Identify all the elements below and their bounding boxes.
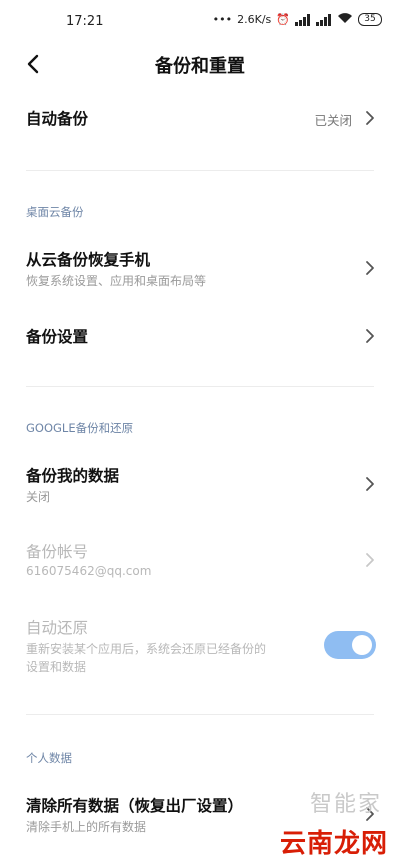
- backup-my-data-title: 备份我的数据: [26, 467, 120, 485]
- chevron-right-icon: [366, 553, 374, 567]
- chevron-right-icon: [366, 329, 374, 343]
- backup-my-data-row[interactable]: 备份我的数据 关闭: [0, 456, 400, 512]
- battery-icon: 35: [358, 13, 382, 26]
- divider: [26, 170, 374, 171]
- network-speed: 2.6K/s: [237, 13, 272, 26]
- status-indicators: ••• 2.6K/s ⏰ 35: [213, 12, 382, 27]
- alarm-icon: ⏰: [276, 13, 290, 26]
- dots-icon: •••: [212, 13, 233, 26]
- status-bar: 17:21 ••• 2.6K/s ⏰ 35: [0, 0, 400, 44]
- watermark-site: 云南龙网: [279, 829, 388, 859]
- auto-backup-value: 已关闭: [314, 113, 352, 128]
- auto-restore-toggle[interactable]: [324, 631, 376, 659]
- cloud-restore-subtitle: 恢复系统设置、应用和桌面布局等: [26, 274, 207, 288]
- chevron-right-icon: [366, 111, 374, 125]
- toggle-knob: [352, 635, 372, 655]
- section-label-cloud: 桌面云备份: [26, 205, 84, 219]
- section-label-personal: 个人数据: [26, 751, 72, 765]
- divider: [26, 386, 374, 387]
- backup-my-data-subtitle: 关闭: [26, 490, 51, 504]
- status-time: 17:21: [66, 14, 104, 29]
- backup-account-subtitle: 616075462@qq.com: [26, 564, 152, 578]
- watermark-brand: 智能家: [309, 792, 382, 817]
- factory-reset-subtitle: 清除手机上的所有数据: [26, 820, 147, 834]
- auto-backup-title: 自动备份: [26, 110, 89, 128]
- chevron-right-icon: [366, 261, 374, 275]
- page-title: 备份和重置: [155, 56, 245, 77]
- signal-hd-icon: [316, 13, 332, 26]
- backup-settings-row[interactable]: 备份设置: [0, 314, 400, 358]
- backup-settings-title: 备份设置: [26, 328, 89, 346]
- backup-account-title: 备份帐号: [26, 543, 89, 561]
- auto-restore-subtitle-line1: 重新安装某个应用后，系统会还原已经备份的: [26, 642, 267, 656]
- chevron-right-icon: [366, 477, 374, 491]
- wifi-icon: [337, 12, 353, 27]
- cloud-restore-row[interactable]: 从云备份恢复手机 恢复系统设置、应用和桌面布局等: [0, 240, 400, 296]
- factory-reset-title: 清除所有数据（恢复出厂设置）: [26, 797, 244, 815]
- divider: [26, 714, 374, 715]
- header: 备份和重置: [0, 44, 400, 86]
- cloud-restore-title: 从云备份恢复手机: [26, 251, 151, 269]
- auto-restore-title: 自动还原: [26, 619, 89, 637]
- signal-icon: [295, 13, 311, 26]
- auto-restore-subtitle-line2: 设置和数据: [26, 660, 87, 674]
- backup-account-row[interactable]: 备份帐号 616075462@qq.com: [0, 532, 400, 588]
- section-label-google: GOOGLE备份和还原: [26, 421, 134, 435]
- auto-backup-row[interactable]: 自动备份 已关闭: [0, 96, 400, 140]
- auto-restore-row[interactable]: 自动还原 重新安装某个应用后，系统会还原已经备份的 设置和数据: [0, 610, 400, 680]
